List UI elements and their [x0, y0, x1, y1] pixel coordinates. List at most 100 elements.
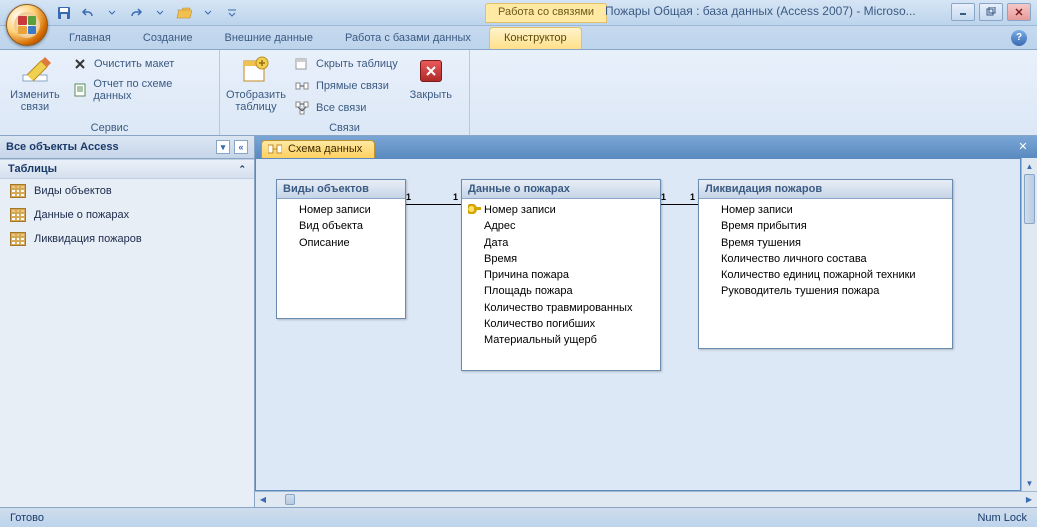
btn-label: Все связи	[316, 102, 366, 114]
clear-layout-button[interactable]: Очистить макет	[68, 55, 213, 73]
field[interactable]: Описание	[281, 235, 403, 251]
btn-label: Изменить связи	[6, 89, 64, 113]
field[interactable]: Руководитель тушения пожара	[703, 283, 950, 299]
edit-relationships-button[interactable]: Изменить связи	[6, 53, 64, 113]
hide-table-icon	[294, 56, 310, 72]
close-button[interactable]	[1007, 3, 1031, 21]
office-logo-icon	[14, 12, 40, 38]
minimize-button[interactable]	[951, 3, 975, 21]
scroll-left-icon[interactable]: ◀	[255, 495, 271, 504]
nav-group-label: Таблицы	[8, 163, 57, 175]
redo-icon[interactable]	[127, 4, 145, 22]
ribbon-tabs: Главная Создание Внешние данные Работа с…	[0, 26, 1037, 50]
nav-filter-icon[interactable]: ▾	[216, 140, 230, 154]
tab-external-data[interactable]: Внешние данные	[211, 28, 327, 49]
nav-table-item[interactable]: Данные о пожарах	[0, 203, 254, 227]
title-bar: Работа со связями Пожары Общая : база да…	[0, 0, 1037, 26]
close-button[interactable]: Закрыть	[406, 53, 456, 101]
nav-item-label: Виды объектов	[34, 185, 112, 197]
relationship-report-button[interactable]: Отчет по схеме данных	[68, 77, 213, 103]
status-ready: Готово	[10, 512, 44, 524]
qat-customize-icon[interactable]	[223, 4, 241, 22]
document-close-icon[interactable]: ✕	[1015, 139, 1031, 153]
relationships-icon	[268, 143, 282, 155]
field[interactable]: Адрес	[466, 218, 658, 234]
field[interactable]: Количество травмированных	[466, 300, 658, 316]
all-relationships-button[interactable]: Все связи	[290, 99, 402, 117]
field[interactable]: Вид объекта	[281, 218, 403, 234]
qat-dropdown-icon[interactable]	[199, 4, 217, 22]
clear-icon	[72, 56, 88, 72]
nav-table-item[interactable]: Виды объектов	[0, 179, 254, 203]
field[interactable]: Время	[466, 251, 658, 267]
tab-home[interactable]: Главная	[55, 28, 125, 49]
all-rel-icon	[294, 100, 310, 116]
navigation-pane: Все объекты Access ▾ « Таблицы ⌃ Виды об…	[0, 136, 255, 507]
vertical-scrollbar[interactable]: ▲ ▼	[1021, 158, 1037, 491]
field[interactable]: Количество личного состава	[703, 251, 950, 267]
table-box-fields: Номер записи Вид объекта Описание	[277, 199, 405, 318]
table-box-title[interactable]: Данные о пожарах	[462, 180, 660, 199]
tab-design[interactable]: Конструктор	[489, 27, 582, 49]
horizontal-scrollbar[interactable]: ◀ ▶	[255, 491, 1037, 507]
tab-database-tools[interactable]: Работа с базами данных	[331, 28, 485, 49]
nav-item-label: Ликвидация пожаров	[34, 233, 142, 245]
cardinality-label: 1	[690, 192, 695, 202]
table-box[interactable]: Ликвидация пожаров Номер записи Время пр…	[698, 179, 953, 349]
relationship-line[interactable]	[406, 204, 461, 205]
table-box[interactable]: Данные о пожарах Номер записи Адрес Дата…	[461, 179, 661, 371]
btn-label: Отчет по схеме данных	[93, 78, 209, 102]
save-icon[interactable]	[55, 4, 73, 22]
field[interactable]: Время прибытия	[703, 218, 950, 234]
open-icon[interactable]	[175, 4, 193, 22]
field[interactable]: Дата	[466, 235, 658, 251]
table-box-title[interactable]: Виды объектов	[277, 180, 405, 199]
close-icon	[415, 55, 447, 87]
nav-table-item[interactable]: Ликвидация пожаров	[0, 227, 254, 251]
cardinality-label: 1	[661, 192, 666, 202]
table-box[interactable]: Виды объектов Номер записи Вид объекта О…	[276, 179, 406, 319]
document-tab[interactable]: Схема данных	[261, 140, 375, 158]
scroll-thumb[interactable]	[285, 494, 295, 505]
status-numlock: Num Lock	[977, 512, 1027, 524]
show-table-button[interactable]: Отобразить таблицу	[226, 53, 286, 113]
status-bar: Готово Num Lock	[0, 507, 1037, 527]
doc-tab-label: Схема данных	[288, 143, 362, 155]
field-key[interactable]: Номер записи	[466, 202, 658, 218]
undo-icon[interactable]	[79, 4, 97, 22]
table-box-title[interactable]: Ликвидация пожаров	[699, 180, 952, 199]
relationships-canvas[interactable]: Виды объектов Номер записи Вид объекта О…	[255, 158, 1021, 491]
nav-group-tables[interactable]: Таблицы ⌃	[0, 159, 254, 179]
contextual-tab-header: Работа со связями	[485, 3, 607, 23]
relationship-line[interactable]	[661, 204, 698, 205]
field[interactable]: Площадь пожара	[466, 283, 658, 299]
tab-create[interactable]: Создание	[129, 28, 207, 49]
nav-collapse-icon[interactable]: «	[234, 140, 248, 154]
hide-table-button[interactable]: Скрыть таблицу	[290, 55, 402, 73]
btn-label: Отобразить таблицу	[226, 89, 286, 113]
scroll-right-icon[interactable]: ▶	[1021, 495, 1037, 504]
show-table-icon	[240, 55, 272, 87]
field[interactable]: Количество погибших	[466, 316, 658, 332]
office-button[interactable]	[6, 4, 48, 46]
scroll-up-icon[interactable]: ▲	[1022, 158, 1037, 174]
qat-dropdown-icon[interactable]	[151, 4, 169, 22]
nav-header[interactable]: Все объекты Access ▾ «	[0, 136, 254, 159]
table-icon	[10, 184, 26, 198]
maximize-button[interactable]	[979, 3, 1003, 21]
scroll-thumb[interactable]	[1024, 174, 1035, 224]
field[interactable]: Причина пожара	[466, 267, 658, 283]
direct-relationships-button[interactable]: Прямые связи	[290, 77, 402, 95]
document-area: Схема данных ✕ Виды объектов Номер запис…	[255, 136, 1037, 507]
field[interactable]: Время тушения	[703, 235, 950, 251]
field[interactable]: Номер записи	[703, 202, 950, 218]
help-icon[interactable]: ?	[1011, 30, 1027, 46]
btn-label: Скрыть таблицу	[316, 58, 398, 70]
table-icon	[10, 208, 26, 222]
field[interactable]: Материальный ущерб	[466, 332, 658, 348]
qat-dropdown-icon[interactable]	[103, 4, 121, 22]
field[interactable]: Количество единиц пожарной техники	[703, 267, 950, 283]
quick-access-toolbar	[55, 0, 241, 25]
scroll-down-icon[interactable]: ▼	[1022, 475, 1037, 491]
field[interactable]: Номер записи	[281, 202, 403, 218]
